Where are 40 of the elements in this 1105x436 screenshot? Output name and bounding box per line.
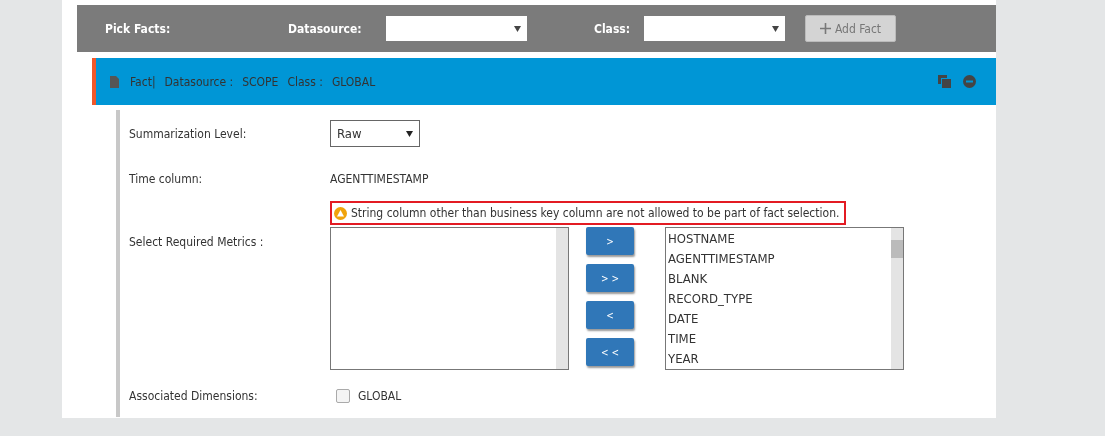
list-item[interactable]: YEAR [668,349,889,369]
time-column-label: Time column: [129,171,204,186]
copy-icon[interactable] [938,75,951,88]
datasource-label: Datasource: [288,21,363,36]
fact-title: Fact| [130,74,156,89]
move-button[interactable]: < < [586,338,634,366]
class-value: GLOBAL [331,74,376,89]
list-item[interactable]: AGENTTIMESTAMP [668,249,889,269]
checkbox-label: GLOBAL [358,389,402,403]
associated-dimensions-label: Associated Dimensions: [129,389,259,403]
selected-metrics-list[interactable] [330,227,569,370]
datasource-label: Datasource : [164,74,234,89]
checkbox[interactable] [336,389,350,403]
pick-facts-title: Pick Facts: [105,21,172,36]
scrollbar[interactable] [556,228,568,369]
remove-icon[interactable] [963,75,976,88]
caret-icon [514,25,521,32]
scrollbar[interactable] [891,228,903,369]
plus-icon [819,23,831,34]
select-required-metrics-label: Select Required Metrics : [129,235,265,249]
summarization-level-dropdown[interactable]: Raw [330,120,420,147]
summarization-level-label: Summarization Level: [129,126,248,141]
caret-icon [406,130,413,137]
list-item[interactable]: DATE [668,309,889,329]
datasource-value: SCOPE [242,74,279,89]
document-icon [110,75,119,88]
class-label: Class: [594,21,632,36]
move-button[interactable]: > > [586,264,634,292]
caret-icon [772,25,779,32]
warning-icon [334,206,347,220]
list-item[interactable]: TIME [668,329,889,349]
class-label: Class : [287,74,323,89]
move-button[interactable]: > [586,227,634,255]
warning-text: String column other than business key column are not allowed to be part of fact selection. [351,206,840,220]
available-metrics-list[interactable]: HOSTNAME AGENTTIMESTAMP BLANK RECORD_TYPE DATE TIME YEAR [665,227,904,370]
time-column-value: AGENTTIMESTAMP [330,171,429,186]
list-item[interactable]: BLANK [668,269,889,289]
move-button[interactable]: < [586,301,634,329]
list-item[interactable]: HOSTNAME [668,229,889,249]
list-item[interactable]: RECORD_TYPE [668,289,889,309]
